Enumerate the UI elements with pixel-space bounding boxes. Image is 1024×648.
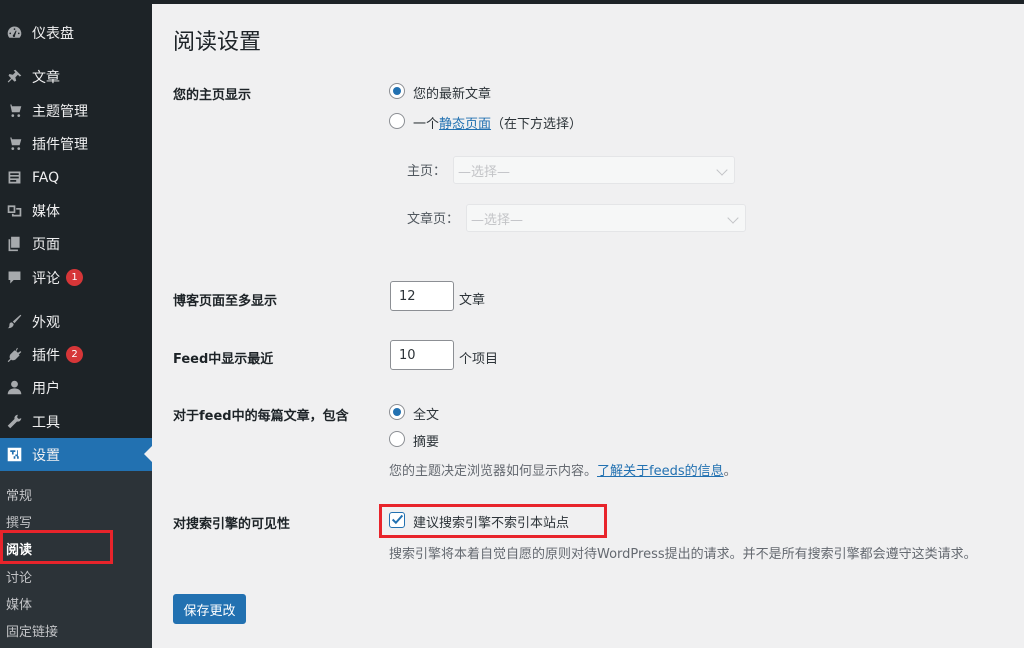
sidebar-item-label: FAQ [32,169,60,186]
dashboard-icon [4,23,24,43]
plugin-update-badge: 2 [66,346,83,363]
highlight-box-noindex [379,504,607,538]
sidebar-item-plugins-manage[interactable]: 插件管理 [0,127,152,160]
chevron-down-icon [727,212,739,224]
sidebar-item-users[interactable]: 用户 [0,371,152,404]
sidebar-item-label: 主题管理 [32,103,88,120]
submenu-item-general[interactable]: 常规 [6,485,32,504]
posts-per-page-input[interactable] [390,281,454,311]
sidebar-item-settings[interactable]: 设置 [0,438,152,471]
wrench-icon [4,412,24,432]
sidebar-item-posts[interactable]: 文章 [0,60,152,93]
radio-summary-label: 摘要 [413,435,440,450]
sidebar-item-label: 页面 [32,236,60,253]
feed-items-input[interactable] [390,340,454,370]
feed-items-unit: 个项目 [459,352,499,367]
pages-icon [4,234,24,254]
feed-content-label: 对于feed中的每篇文章，包含 [173,409,349,424]
submenu-item-discussion[interactable]: 讨论 [6,567,32,586]
learn-feeds-link[interactable]: 了解关于feeds的信息 [597,464,724,479]
save-changes-button[interactable]: 保存更改 [173,594,246,624]
comment-icon [4,268,24,288]
sidebar-item-faq[interactable]: FAQ [0,161,152,194]
radio-static-page[interactable] [389,113,405,129]
sidebar-item-appearance[interactable]: 外观 [0,305,152,338]
comment-count-badge: 1 [66,269,83,286]
feed-content-description: 您的主题决定浏览器如何显示内容。了解关于feeds的信息。 [389,464,737,479]
highlight-box-reading [0,530,113,564]
sidebar-item-pages[interactable]: 页面 [0,227,152,260]
radio-summary[interactable] [389,431,405,447]
sidebar-item-plugins[interactable]: 插件 2 [0,338,152,371]
feed-items-label: Feed中显示最近 [173,352,274,367]
sidebar-item-label: 仪表盘 [32,25,74,42]
posts-per-page-label: 博客页面至多显示 [173,294,278,309]
cart-icon [4,101,24,121]
radio-full-text[interactable] [389,404,405,420]
cart-icon [4,134,24,154]
homepage-display-label: 您的主页显示 [173,88,252,103]
sidebar-item-label: 设置 [32,447,60,464]
sidebar-item-media[interactable]: 媒体 [0,194,152,227]
settings-icon [4,445,24,465]
user-icon [4,378,24,398]
posts-per-page-unit: 文章 [459,293,486,308]
submenu-item-media[interactable]: 媒体 [6,594,32,613]
sidebar-item-label: 插件管理 [32,136,88,153]
sidebar-item-dashboard[interactable]: 仪表盘 [0,16,152,49]
sidebar-item-label: 插件 [32,347,60,364]
sidebar-item-label: 外观 [32,314,60,331]
search-visibility-description: 搜索引擎将本着自觉自愿的原则对待WordPress提出的请求。并不是所有搜索引擎… [389,547,977,562]
sidebar-item-label: 用户 [32,380,60,397]
document-icon [4,168,24,188]
page-title: 阅读设置 [173,30,262,55]
radio-static-page-label: 一个静态页面（在下方选择） [413,117,583,132]
submenu-item-writing[interactable]: 撰写 [6,512,32,531]
brush-icon [4,312,24,332]
front-page-select[interactable]: —选择— [453,156,735,184]
sidebar-item-comments[interactable]: 评论 1 [0,261,152,294]
posts-page-select[interactable]: —选择— [466,204,746,232]
sidebar-item-label: 工具 [32,414,60,431]
sidebar-item-label: 媒体 [32,203,60,220]
radio-full-text-label: 全文 [413,408,440,423]
posts-page-label: 文章页： [407,212,460,227]
submenu-item-permalinks[interactable]: 固定链接 [6,621,58,640]
sidebar-item-tools[interactable]: 工具 [0,405,152,438]
plugin-icon [4,345,24,365]
chevron-down-icon [716,164,728,176]
radio-latest-posts[interactable] [389,83,405,99]
media-icon [4,201,24,221]
radio-latest-posts-label: 您的最新文章 [413,87,492,102]
sidebar-item-themes-manage[interactable]: 主题管理 [0,94,152,127]
sidebar-item-label: 文章 [32,69,60,86]
pin-icon [4,67,24,87]
static-page-link[interactable]: 静态页面 [439,117,491,132]
sidebar-item-label: 评论 [32,270,60,287]
front-page-label: 主页： [407,164,447,179]
admin-bar [152,0,1024,4]
search-visibility-label: 对搜索引擎的可见性 [173,517,291,532]
